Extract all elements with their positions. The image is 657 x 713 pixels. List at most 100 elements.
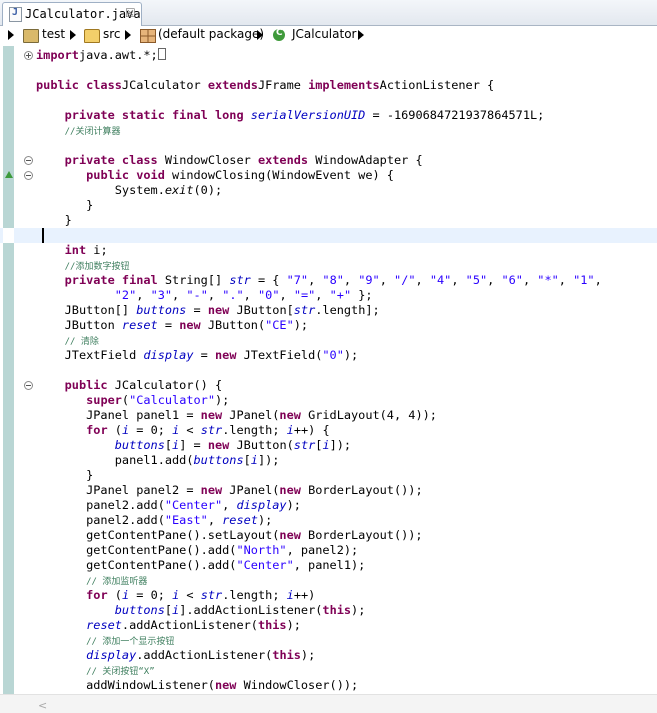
code-line[interactable]: importjava.awt.*;: [0, 48, 657, 63]
code-token: ,: [243, 288, 258, 302]
code-line[interactable]: }: [0, 213, 657, 228]
code-line[interactable]: }: [0, 198, 657, 213]
code-token: JCalculator() {: [107, 378, 223, 392]
code-token: str: [293, 303, 316, 317]
code-line[interactable]: // 清除: [0, 333, 657, 348]
code-line[interactable]: [0, 138, 657, 153]
code-line[interactable]: panel1.add(buttons[i]);: [0, 453, 657, 468]
code-line[interactable]: }: [0, 468, 657, 483]
code-token: BorderLayout());: [300, 483, 423, 497]
code-line[interactable]: buttons[i] = new JButton(str[i]);: [0, 438, 657, 453]
chevron-right-icon[interactable]: [125, 30, 131, 40]
code-token: "5": [465, 273, 488, 287]
code-line[interactable]: JPanel panel1 = new JPanel(new GridLayou…: [0, 408, 657, 423]
chevron-right-icon[interactable]: [358, 30, 364, 40]
code-line[interactable]: getContentPane().add("North", panel2);: [0, 543, 657, 558]
collapse-fold-icon[interactable]: [24, 171, 33, 180]
expand-fold-icon[interactable]: [24, 51, 33, 60]
code-line[interactable]: getContentPane().add("Center", panel1);: [0, 558, 657, 573]
code-line[interactable]: int i;: [0, 243, 657, 258]
code-line[interactable]: "2", "3", "-", ".", "0", "=", "+" };: [0, 288, 657, 303]
code-token: reset: [121, 318, 158, 332]
code-token: private static final long: [64, 108, 244, 122]
code-token: "1": [573, 273, 595, 287]
code-text: panel2.add("Center", display);: [36, 498, 301, 513]
close-tab-icon[interactable]: ☒: [125, 6, 136, 20]
code-line[interactable]: private final String[] str = { "7", "8",…: [0, 273, 657, 288]
code-line[interactable]: [0, 363, 657, 378]
code-token: ,: [207, 513, 223, 527]
code-line[interactable]: for (i = 0; i < str.length; i++): [0, 588, 657, 603]
code-token: <: [179, 588, 201, 602]
code-token: "/": [394, 273, 416, 287]
code-token: str: [200, 588, 223, 602]
editor-tab-jcalculator[interactable]: JCalculator.java ☒: [2, 2, 142, 26]
code-text: reset.addActionListener(this);: [36, 618, 301, 633]
code-token: JCalculator: [121, 78, 208, 92]
code-token: i: [250, 453, 258, 467]
code-token: );: [286, 618, 301, 632]
code-line[interactable]: [0, 93, 657, 108]
code-line[interactable]: public classJCalculator extendsJFrame im…: [0, 78, 657, 93]
code-line[interactable]: addWindowListener(new WindowCloser());: [0, 678, 657, 693]
code-line[interactable]: for (i = 0; i < str.length; i++) {: [0, 423, 657, 438]
code-line[interactable]: JPanel panel2 = new JPanel(new BorderLay…: [0, 483, 657, 498]
code-token: public void: [86, 168, 165, 182]
code-line[interactable]: System.exit(0);: [0, 183, 657, 198]
code-token: }: [36, 198, 94, 212]
code-line[interactable]: panel2.add("East", reset);: [0, 513, 657, 528]
code-text: super("Calculator");: [36, 393, 229, 408]
code-line[interactable]: private static final long serialVersionU…: [0, 108, 657, 123]
chevron-right-icon[interactable]: [8, 30, 14, 40]
code-token: ,: [451, 273, 466, 287]
breadcrumb-project[interactable]: test: [42, 27, 65, 41]
chevron-right-icon[interactable]: [70, 30, 76, 40]
code-line[interactable]: // 添加监听器: [0, 573, 657, 588]
collapse-fold-icon[interactable]: [24, 381, 33, 390]
code-line[interactable]: JTextField display = new JTextField("0")…: [0, 348, 657, 363]
code-line[interactable]: // 关闭按钮“X”: [0, 663, 657, 678]
code-line[interactable]: //关闭计算器: [0, 123, 657, 138]
code-token: ,: [343, 273, 359, 287]
code-editor[interactable]: importjava.awt.*; public classJCalculator…: [0, 46, 657, 694]
code-text: JButton reset = new JButton("CE");: [36, 318, 308, 333]
code-line[interactable]: super("Calculator");: [0, 393, 657, 408]
code-line[interactable]: buttons[i].addActionListener(this);: [0, 603, 657, 618]
code-line[interactable]: [0, 63, 657, 78]
code-token: display: [143, 348, 194, 362]
breadcrumb-package[interactable]: (default package): [158, 27, 264, 41]
code-text: for (i = 0; i < str.length; i++): [36, 588, 315, 603]
code-line[interactable]: display.addActionListener(this);: [0, 648, 657, 663]
code-line[interactable]: private class WindowCloser extends Windo…: [0, 153, 657, 168]
horizontal-scrollbar[interactable]: <: [0, 694, 657, 713]
code-line[interactable]: public void windowClosing(WindowEvent we…: [0, 168, 657, 183]
code-text: JPanel panel2 = new JPanel(new BorderLay…: [36, 483, 423, 498]
code-text: addWindowListener(new WindowCloser());: [36, 678, 358, 693]
code-token: ,: [207, 288, 223, 302]
breadcrumb-src[interactable]: src: [103, 27, 121, 41]
code-token: JButton[: [229, 303, 294, 317]
code-line[interactable]: reset.addActionListener(this);: [0, 618, 657, 633]
folded-import-marker-icon[interactable]: [157, 48, 166, 60]
code-line[interactable]: public JCalculator() {: [0, 378, 657, 393]
chevron-right-icon[interactable]: [257, 30, 263, 40]
code-line[interactable]: //添加数字按钮: [0, 258, 657, 273]
breadcrumb-class[interactable]: JCalculator: [292, 27, 356, 41]
code-line[interactable]: [0, 228, 657, 243]
code-token: .addActionListener(: [136, 648, 273, 662]
code-line[interactable]: // 添加一个显示按钮: [0, 633, 657, 648]
tab-title: JCalculator.java: [25, 7, 141, 21]
code-line[interactable]: JButton reset = new JButton("CE");: [0, 318, 657, 333]
code-line[interactable]: getContentPane().setLayout(new BorderLay…: [0, 528, 657, 543]
collapse-fold-icon[interactable]: [24, 156, 33, 165]
code-token: .length;: [222, 423, 287, 437]
code-token: BorderLayout());: [300, 528, 423, 542]
scroll-left-icon[interactable]: <: [38, 699, 47, 712]
code-line[interactable]: panel2.add("Center", display);: [0, 498, 657, 513]
code-token: panel1.add(: [36, 453, 194, 467]
code-line[interactable]: JButton[] buttons = new JButton[str.leng…: [0, 303, 657, 318]
